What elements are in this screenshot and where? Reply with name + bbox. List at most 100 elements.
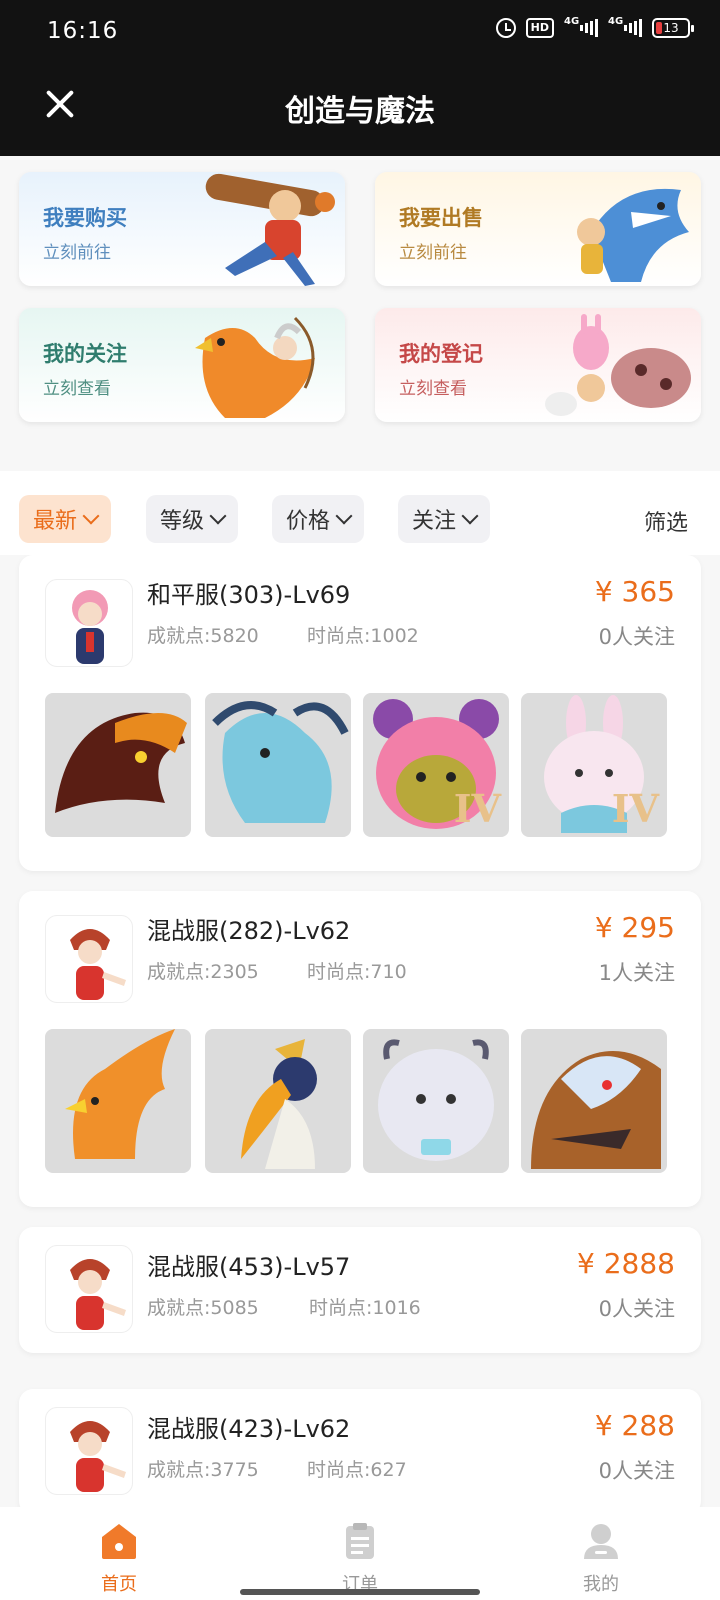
red-hair-fighter-avatar — [45, 1407, 133, 1495]
avatar-icon — [70, 929, 126, 1000]
avatar-icon — [70, 1259, 126, 1330]
filter-price[interactable]: 价格 — [272, 495, 365, 543]
fashion-points: 时尚点:627 — [307, 1459, 407, 1481]
server-level: 和平服(303)-Lv69 — [147, 581, 351, 609]
filter-label: 价格 — [286, 509, 331, 534]
tab-mine[interactable]: 我的 — [541, 1521, 661, 1596]
fire-dragon-icon — [55, 712, 187, 813]
filter-label: 等级 — [160, 509, 205, 534]
follower-count: 1人关注 — [598, 961, 675, 985]
nav-bar: 创造与魔法 — [0, 64, 720, 156]
achievement-points: 成就点:5085 — [147, 1297, 259, 1319]
price: ¥ 2888 — [577, 1247, 675, 1280]
listing-card[interactable]: 混战服(423)-Lv62 成就点:3775 时尚点:627 ¥ 288 0人关… — [19, 1389, 701, 1507]
server-level: 混战服(282)-Lv62 — [147, 917, 351, 945]
chevron-down-icon — [461, 507, 479, 525]
status-time: 16:16 — [47, 18, 119, 44]
status-bar: 16:16 HD 4G 4G 13 — [0, 0, 720, 64]
tier-badge: IV — [611, 786, 659, 831]
server-level: 混战服(453)-Lv57 — [147, 1253, 351, 1281]
bottom-tab-bar: 首页 订单 我的 — [0, 1507, 720, 1600]
entry-sell[interactable]: 我要出售 立刻前往 — [375, 172, 701, 286]
network-label: 4G — [564, 16, 580, 27]
filter-label: 关注 — [412, 509, 457, 534]
status-icons: HD 4G 4G 13 — [495, 16, 694, 38]
home-indicator[interactable] — [240, 1589, 480, 1595]
listing-card[interactable]: 混战服(282)-Lv62 成就点:2305 时尚点:710 ¥ 295 1人关… — [19, 891, 701, 1207]
avatar-icon — [72, 590, 108, 664]
shark-illustration-icon — [577, 188, 689, 282]
achievement-points: 成就点:2305 — [147, 961, 259, 983]
page-title: 创造与魔法 — [285, 94, 435, 129]
screen-button[interactable]: 筛选 — [644, 505, 688, 537]
armored-wolf-icon — [531, 1051, 661, 1169]
tab-orders[interactable]: 订单 — [300, 1521, 420, 1596]
clipboard-icon — [346, 1523, 374, 1559]
entry-follow[interactable]: 我的关注 立刻查看 — [19, 308, 345, 422]
price: ¥ 288 — [594, 1409, 675, 1442]
filter-bar: 最新 等级 价格 关注 筛选 — [0, 471, 720, 555]
listing-card[interactable]: 混战服(453)-Lv57 成就点:5085 时尚点:1016 ¥ 2888 0… — [19, 1227, 701, 1353]
filter-follow[interactable]: 关注 — [398, 495, 491, 543]
robot-cow-icon — [378, 1039, 494, 1161]
network-label-2: 4G — [608, 16, 624, 27]
pink-hair-girl-avatar — [45, 579, 133, 667]
blue-dragon-icon — [212, 701, 349, 823]
pet-gallery: IV IV — [45, 693, 675, 837]
chevron-down-icon — [335, 507, 353, 525]
red-hair-fighter-avatar — [45, 1245, 133, 1333]
entry-register[interactable]: 我的登记 立刻查看 — [375, 308, 701, 422]
entry-title: 我的登记 — [399, 342, 483, 366]
star-rabbit-pet[interactable]: IV — [521, 693, 667, 837]
entry-subtitle: 立刻查看 — [399, 379, 467, 399]
chevron-down-icon — [209, 507, 227, 525]
achievement-points: 成就点:5820 — [147, 625, 259, 647]
entry-buy[interactable]: 我要购买 立刻前往 — [19, 172, 345, 286]
blue-dragon-pet[interactable] — [205, 693, 351, 837]
signal-icon: 4G — [564, 16, 598, 38]
fire-dragon-pet[interactable] — [45, 693, 191, 837]
entry-title: 我的关注 — [43, 342, 127, 366]
follower-count: 0人关注 — [598, 1297, 675, 1321]
filter-level[interactable]: 等级 — [146, 495, 239, 543]
entry-subtitle: 立刻前往 — [399, 243, 467, 263]
white-robot-cow-pet[interactable] — [363, 1029, 509, 1173]
follower-count: 0人关注 — [598, 625, 675, 649]
alarm-icon — [495, 18, 516, 38]
follower-count: 0人关注 — [598, 1459, 675, 1483]
listing-list: 和平服(303)-Lv69 成就点:5820 时尚点:1002 ¥ 365 0人… — [0, 555, 720, 1507]
pets-illustration-icon — [545, 314, 691, 416]
achievement-points: 成就点:3775 — [147, 1459, 259, 1481]
entry-title: 我要出售 — [399, 206, 483, 230]
quick-entries: 我要购买 立刻前往 我要出售 立刻前往 我的关注 立刻查看 我的登记 立刻查看 — [0, 156, 720, 471]
price: ¥ 365 — [594, 575, 675, 608]
tab-home[interactable]: 首页 — [59, 1521, 179, 1596]
pink-bear-pet[interactable]: IV — [363, 693, 509, 837]
tab-label: 首页 — [101, 1574, 137, 1595]
pet-gallery — [45, 1029, 675, 1173]
armored-wolf-pet[interactable] — [521, 1029, 667, 1173]
chevron-down-icon — [82, 507, 100, 525]
top-bar: 16:16 HD 4G 4G 13 创造与魔法 — [0, 0, 720, 156]
hornbill-pet[interactable] — [205, 1029, 351, 1173]
fashion-points: 时尚点:1002 — [307, 625, 419, 647]
avatar-icon — [70, 1421, 126, 1492]
phoenix-pet[interactable] — [45, 1029, 191, 1173]
listing-card[interactable]: 和平服(303)-Lv69 成就点:5820 时尚点:1002 ¥ 365 0人… — [19, 555, 701, 871]
fashion-points: 时尚点:710 — [307, 961, 407, 983]
tier-badge: IV — [453, 786, 501, 831]
filter-latest[interactable]: 最新 — [19, 495, 112, 543]
tab-label: 我的 — [583, 1574, 619, 1595]
phoenix-icon — [65, 1029, 175, 1159]
home-icon — [102, 1524, 136, 1559]
signal-icon-2: 4G — [608, 16, 642, 38]
woodcutter-illustration-icon — [205, 173, 335, 286]
entry-title: 我要购买 — [43, 206, 127, 230]
hornbill-icon — [241, 1039, 317, 1169]
filter-label: 最新 — [33, 509, 78, 534]
hd-voice-icon: HD — [525, 18, 554, 38]
fashion-points: 时尚点:1016 — [309, 1297, 421, 1319]
entry-subtitle: 立刻前往 — [43, 243, 111, 263]
battery-icon: 13 — [652, 18, 694, 38]
entry-subtitle: 立刻查看 — [43, 379, 111, 399]
